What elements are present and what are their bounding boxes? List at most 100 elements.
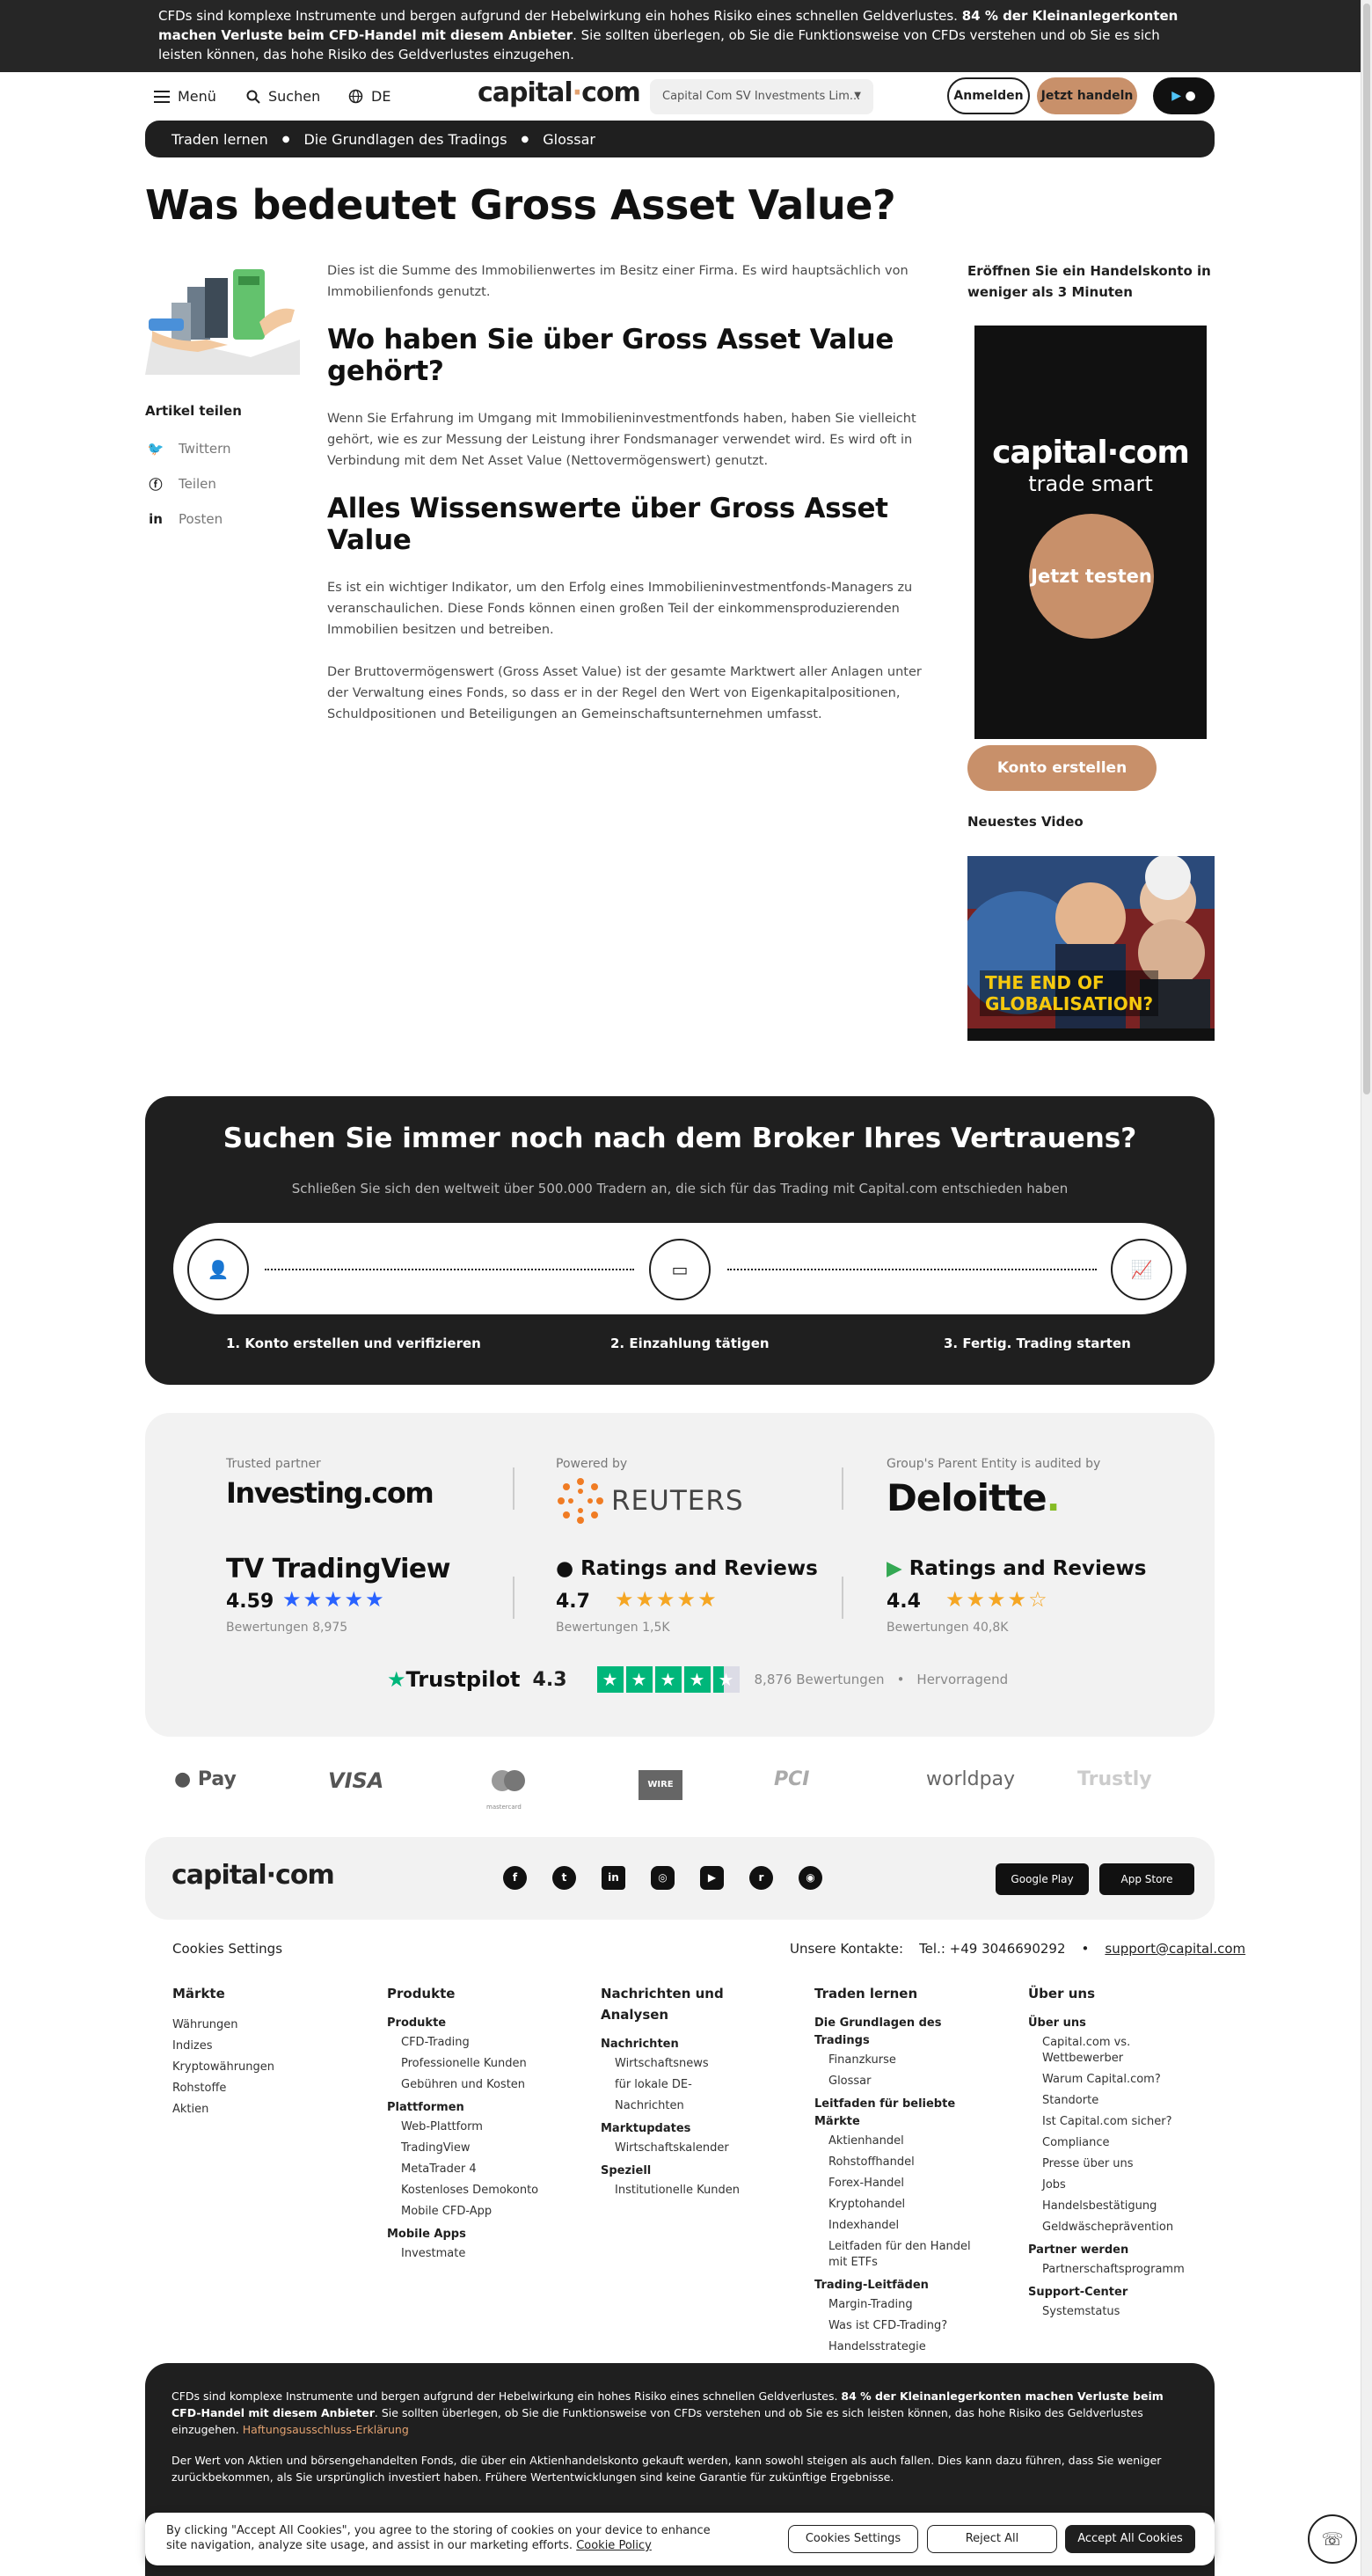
footer-group[interactable]: Partner werden	[1028, 2242, 1195, 2259]
footer-link[interactable]: Kryptowährungen	[172, 2057, 348, 2078]
search-button[interactable]: Suchen	[246, 88, 320, 105]
footer-link[interactable]: Wirtschaftsnews	[601, 2053, 759, 2075]
cookie-settings-button[interactable]: Cookies Settings	[788, 2525, 918, 2553]
footer-group[interactable]: Mobile Apps	[387, 2226, 563, 2243]
footer-group[interactable]: Plattformen	[387, 2099, 563, 2117]
footer-link[interactable]: Jobs	[1028, 2175, 1195, 2196]
footer-link[interactable]: Handelsstrategie	[814, 2337, 982, 2358]
mastercard-text: mastercard	[486, 1804, 522, 1811]
language-selector[interactable]: DE	[348, 88, 390, 105]
google-play-badge[interactable]: Google Play	[996, 1863, 1089, 1895]
app-download-button[interactable]: ▶ ●	[1153, 77, 1215, 114]
contacts: Unsere Kontakte: Tel.: +49 3046690292 • …	[790, 1941, 1245, 1957]
app-store-badge[interactable]: App Store	[1099, 1863, 1194, 1895]
footer-link[interactable]: Systemstatus	[1028, 2302, 1195, 2323]
scrollbar-thumb[interactable]	[1363, 4, 1370, 1094]
trade-now-button[interactable]: Jetzt handeln	[1037, 77, 1137, 114]
footer-link[interactable]: Partnerschaftsprogramm	[1028, 2259, 1195, 2280]
footer-link[interactable]: Aktienhandel	[814, 2131, 982, 2152]
footer-link[interactable]: Leitfaden für den Handel mit ETFs	[814, 2236, 982, 2273]
trustpilot-score: 4.3	[532, 1668, 567, 1691]
menu-button[interactable]: Menü	[154, 88, 216, 105]
email-link[interactable]: support@capital.com	[1105, 1941, 1245, 1957]
facebook-icon[interactable]: f	[503, 1866, 527, 1890]
phone-link[interactable]: Tel.: +49 3046690292	[919, 1941, 1065, 1957]
reject-all-button[interactable]: Reject All	[927, 2525, 1057, 2553]
footer-link[interactable]: Presse über uns	[1028, 2154, 1195, 2175]
footer-link[interactable]: Web-Plattform	[387, 2117, 563, 2138]
apple-icon: ●	[556, 1557, 581, 1580]
footer-group[interactable]: Nachrichten	[601, 2036, 759, 2053]
footer-group[interactable]: Support-Center	[1028, 2284, 1195, 2302]
footer-link[interactable]: Warum Capital.com?	[1028, 2069, 1195, 2090]
footer-link[interactable]: Währungen	[172, 2015, 348, 2036]
disclaimer-link[interactable]: Haftungsausschluss-Erklärung	[243, 2423, 409, 2436]
footer-group[interactable]: Leitfaden für beliebte Märkte	[814, 2096, 982, 2131]
logo-text-b: com	[581, 77, 641, 108]
ad-cta-button[interactable]: Jetzt testen	[1029, 514, 1154, 639]
footer-link[interactable]: für lokale DE-Nachrichten	[601, 2075, 759, 2117]
apple-ratings-label: Ratings and Reviews	[580, 1557, 818, 1580]
share-linkedin[interactable]: in Posten	[145, 501, 286, 537]
footer-link[interactable]: CFD-Trading	[387, 2032, 563, 2053]
footer-link[interactable]: Finanzkurse	[814, 2050, 982, 2071]
breadcrumb-item-grundlagen[interactable]: Die Grundlagen des Tradings	[303, 131, 507, 148]
footer-link[interactable]: Indizes	[172, 2036, 348, 2057]
footer-link[interactable]: Rohstoffhandel	[814, 2152, 982, 2173]
rss-icon[interactable]: ◉	[799, 1866, 822, 1890]
footer-link[interactable]: Standorte	[1028, 2090, 1195, 2111]
footer-group[interactable]: Die Grundlagen des Tradings	[814, 2015, 982, 2050]
twitter-icon[interactable]: t	[552, 1866, 576, 1890]
footer-link[interactable]: Mobile CFD-App	[387, 2201, 563, 2222]
footer-link[interactable]: Kryptohandel	[814, 2194, 982, 2215]
footer-link[interactable]: Indexhandel	[814, 2215, 982, 2236]
footer-link[interactable]: Kostenloses Demokonto	[387, 2180, 563, 2201]
footer-group[interactable]: Speziell	[601, 2163, 759, 2180]
footer-link[interactable]: Handelsbestätigung	[1028, 2196, 1195, 2217]
instagram-icon[interactable]: ◎	[651, 1866, 675, 1890]
footer-link[interactable]: Forex-Handel	[814, 2173, 982, 2194]
footer-link[interactable]: TradingView	[387, 2138, 563, 2159]
entity-selector[interactable]: Capital Com SV Investments Lim... ▼	[650, 79, 873, 114]
footer-group[interactable]: Marktupdates	[601, 2120, 759, 2138]
linkedin-icon[interactable]: in	[602, 1866, 625, 1890]
footer-link[interactable]: Professionelle Kunden	[387, 2053, 563, 2075]
accept-all-button[interactable]: Accept All Cookies	[1065, 2525, 1195, 2553]
footer-link[interactable]: Capital.com vs. Wettbewerber	[1028, 2032, 1195, 2069]
footer-link[interactable]: Geldwäscheprävention	[1028, 2217, 1195, 2238]
footer-logo[interactable]: capital·com	[172, 1860, 335, 1891]
footer-link[interactable]: Ist Capital.com sicher?	[1028, 2111, 1195, 2133]
article-paragraph: Es ist ein wichtiger Indikator, um den E…	[327, 581, 913, 637]
sidebar-ad-banner[interactable]: capital·com trade smart Jetzt testen	[974, 326, 1207, 739]
breadcrumb-item-glossar[interactable]: Glossar	[543, 131, 595, 148]
capital-logo[interactable]: capital·com	[478, 77, 641, 108]
footer-link[interactable]: Gebühren und Kosten	[387, 2075, 563, 2096]
reddit-icon[interactable]: r	[749, 1866, 773, 1890]
support-chat-button[interactable]: ☏	[1308, 2514, 1357, 2564]
footer-link[interactable]: Wirtschaftskalender	[601, 2138, 759, 2159]
footer-group[interactable]: Trading-Leitfäden	[814, 2277, 982, 2294]
create-account-button[interactable]: Konto erstellen	[967, 745, 1157, 791]
page-scrollbar[interactable]	[1361, 0, 1372, 2576]
footer-link[interactable]: Rohstoffe	[172, 2078, 348, 2099]
footer-link[interactable]: Aktien	[172, 2099, 348, 2120]
trustly-logo: Trustly	[1077, 1768, 1152, 1790]
login-button[interactable]: Anmelden	[947, 77, 1030, 114]
footer-group[interactable]: Über uns	[1028, 2015, 1195, 2032]
cookie-policy-link[interactable]: Cookie Policy	[576, 2539, 652, 2552]
footer-link[interactable]: Investmate	[387, 2243, 563, 2265]
footer-link[interactable]: Was ist CFD-Trading?	[814, 2316, 982, 2337]
footer-link[interactable]: Glossar	[814, 2071, 982, 2092]
footer-link[interactable]: Compliance	[1028, 2133, 1195, 2154]
youtube-icon[interactable]: ▶	[700, 1866, 724, 1890]
footer-link[interactable]: MetaTrader 4	[387, 2159, 563, 2180]
footer-link[interactable]: Margin-Trading	[814, 2294, 982, 2316]
video-thumbnail[interactable]: THE END OF GLOBALISATION?	[967, 856, 1215, 1041]
share-facebook[interactable]: ⓕ Teilen	[145, 466, 286, 501]
share-twitter[interactable]: 🐦 Twittern	[145, 431, 286, 466]
footer-link[interactable]: Institutionelle Kunden	[601, 2180, 759, 2201]
footer-group[interactable]: Produkte	[387, 2015, 563, 2032]
cookie-settings-link[interactable]: Cookies Settings	[172, 1941, 282, 1957]
investing-logo: Investing.com	[226, 1476, 434, 1510]
breadcrumb-item-traden-lernen[interactable]: Traden lernen	[172, 131, 268, 148]
